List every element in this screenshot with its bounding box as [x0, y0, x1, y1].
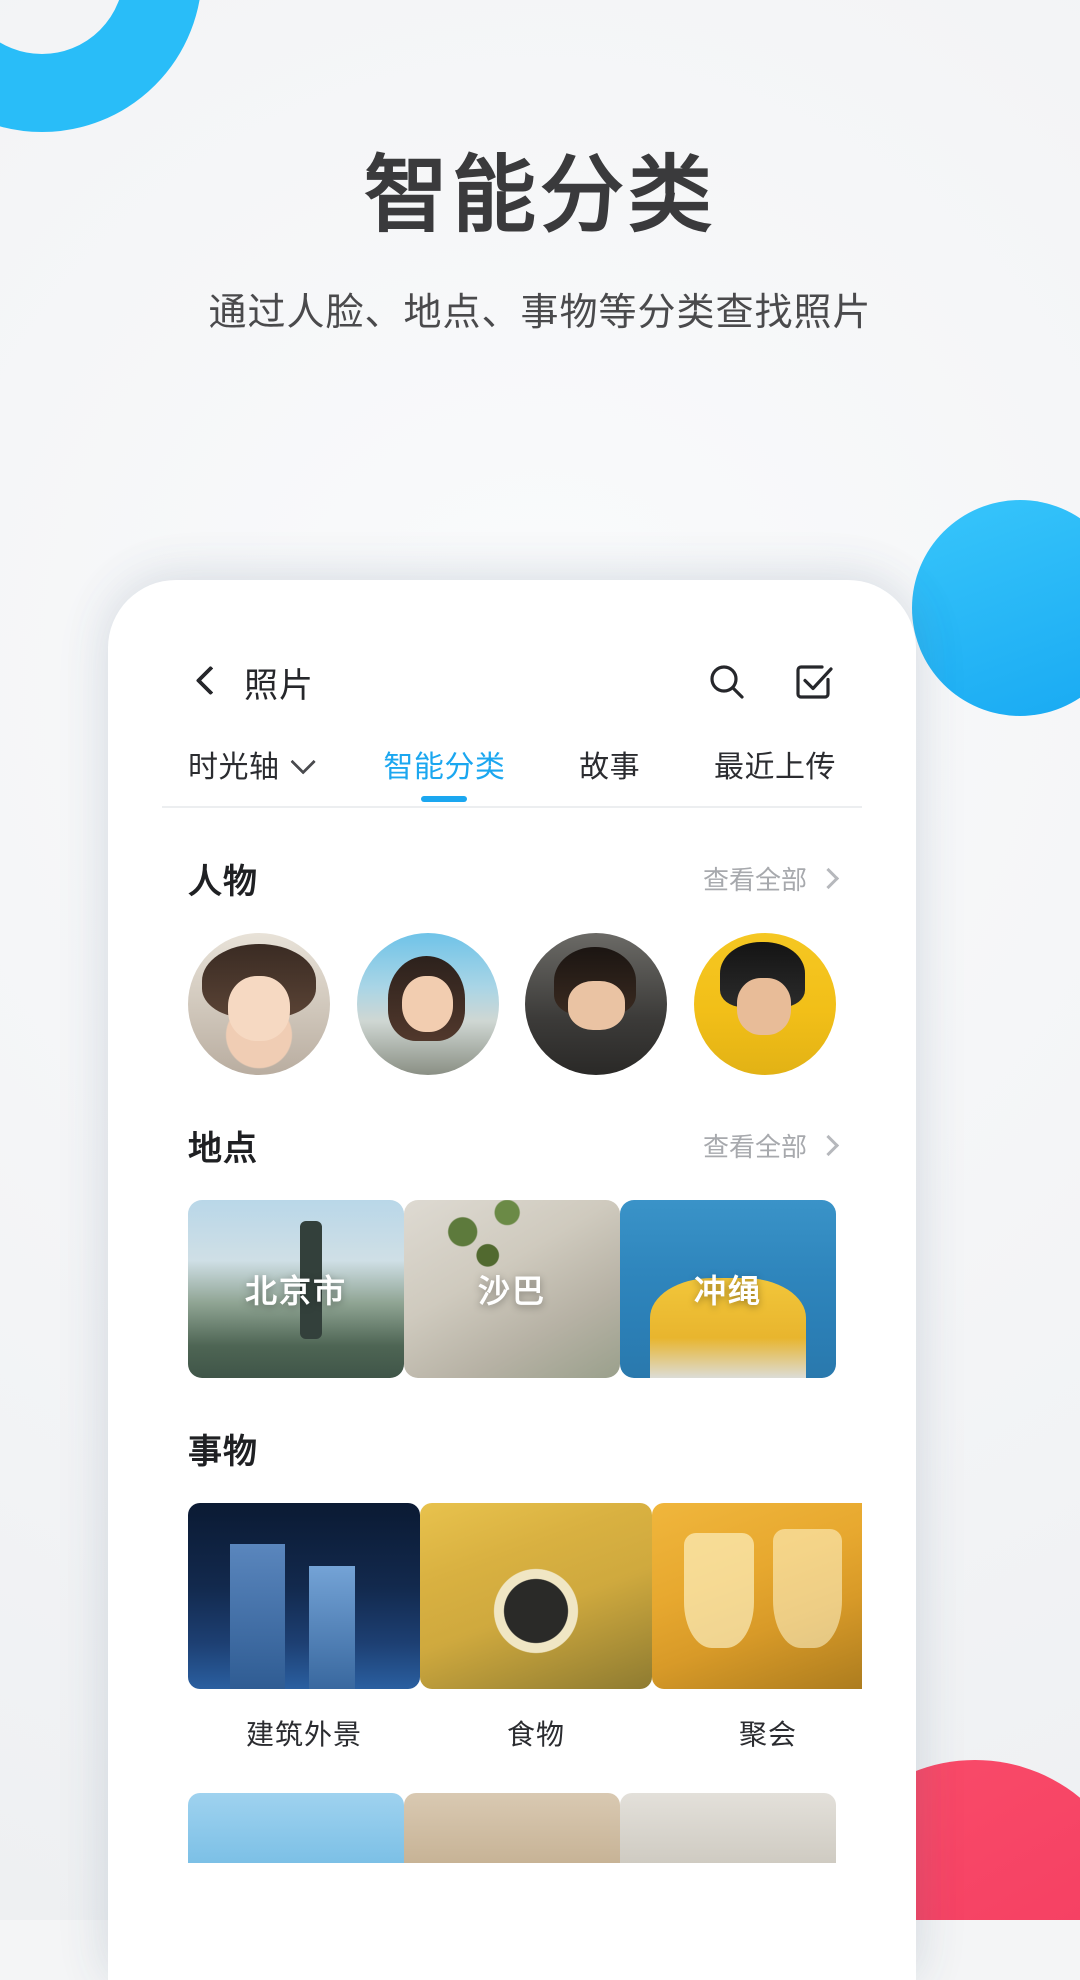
avatar[interactable]	[356, 933, 499, 1075]
search-icon[interactable]	[704, 659, 750, 705]
phone-screen: 照片 时光轴 智能分类 故事 最近上传 人物 查看全部 地点 查看全部 北京市 …	[162, 636, 862, 1980]
tab-recent-uploads-label: 最近上传	[713, 751, 836, 784]
blue-circle-decoration	[912, 500, 1080, 716]
checkbox-check-icon[interactable]	[790, 659, 836, 705]
section-places-view-all-label: 查看全部	[702, 1132, 807, 1162]
thing-card-image[interactable]	[620, 1793, 836, 1863]
thing-card[interactable]: 食物	[420, 1503, 652, 1753]
tab-timeline-label: 时光轴	[188, 751, 280, 784]
page-title: 智能分类	[363, 148, 716, 242]
app-navbar: 照片	[162, 636, 862, 728]
thing-card-image[interactable]	[404, 1793, 620, 1863]
section-places: 地点 查看全部 北京市 沙巴 冲绳	[162, 1121, 862, 1378]
place-card-label: 冲绳	[693, 1273, 762, 1309]
tab-timeline[interactable]: 时光轴	[188, 742, 316, 806]
place-card-label: 北京市	[244, 1273, 347, 1309]
section-places-view-all[interactable]: 查看全部	[702, 1127, 840, 1164]
section-people-title: 人物	[188, 863, 258, 901]
tab-smart-category[interactable]: 智能分类	[383, 742, 505, 806]
avatar[interactable]	[525, 933, 668, 1075]
thing-card-image[interactable]	[188, 1793, 404, 1863]
tab-bar: 时光轴 智能分类 故事 最近上传	[162, 728, 862, 806]
thing-card-label: 聚会	[738, 1719, 797, 1750]
place-card-label: 沙巴	[477, 1273, 546, 1309]
section-people-view-all[interactable]: 查看全部	[702, 860, 840, 897]
place-card-list: 北京市 沙巴 冲绳	[188, 1200, 836, 1378]
tab-recent-uploads[interactable]: 最近上传	[714, 742, 836, 806]
thing-card-list: 建筑外景 食物 聚会	[188, 1503, 862, 1753]
thing-card-label: 食物	[506, 1719, 565, 1750]
phone-mockup: 照片 时光轴 智能分类 故事 最近上传 人物 查看全部 地点 查看全部 北京市 …	[108, 580, 916, 1980]
section-things-title: 事物	[188, 1433, 258, 1471]
thing-card[interactable]: 聚会	[652, 1503, 862, 1753]
place-card[interactable]: 北京市	[188, 1200, 404, 1378]
avatar[interactable]	[693, 933, 836, 1075]
thing-card-label: 建筑外景	[245, 1719, 362, 1750]
tab-stories[interactable]: 故事	[579, 742, 640, 806]
chevron-right-icon	[817, 1134, 840, 1157]
tab-divider	[162, 806, 862, 808]
tab-stories-label: 故事	[579, 751, 641, 784]
place-card[interactable]: 冲绳	[620, 1200, 836, 1378]
place-card[interactable]: 沙巴	[404, 1200, 620, 1378]
section-people: 人物 查看全部	[162, 854, 862, 1075]
thing-card-image	[188, 1503, 420, 1689]
section-people-view-all-label: 查看全部	[702, 865, 807, 895]
tab-smart-category-label: 智能分类	[383, 751, 506, 784]
chevron-left-icon[interactable]	[188, 665, 222, 699]
section-places-header: 地点 查看全部	[188, 1121, 840, 1170]
thing-card-image	[420, 1503, 652, 1689]
page-subtitle: 通过人脸、地点、事物等分类查找照片	[208, 291, 872, 334]
thing-card-list-next-row	[188, 1793, 836, 1863]
chevron-down-icon	[289, 749, 316, 775]
hero-section: 智能分类 通过人脸、地点、事物等分类查找照片	[0, 150, 1080, 336]
section-places-title: 地点	[188, 1130, 258, 1168]
app-title: 照片	[244, 666, 314, 705]
thing-card[interactable]: 建筑外景	[188, 1503, 420, 1753]
blue-ring-decoration	[0, 0, 202, 132]
section-things: 事物 建筑外景 食物 聚会	[162, 1424, 862, 1863]
people-avatar-list	[188, 933, 836, 1075]
chevron-right-icon	[817, 867, 840, 890]
avatar[interactable]	[188, 933, 330, 1075]
section-things-header: 事物	[188, 1424, 836, 1473]
section-people-header: 人物 查看全部	[188, 854, 840, 903]
thing-card-image	[652, 1503, 862, 1689]
